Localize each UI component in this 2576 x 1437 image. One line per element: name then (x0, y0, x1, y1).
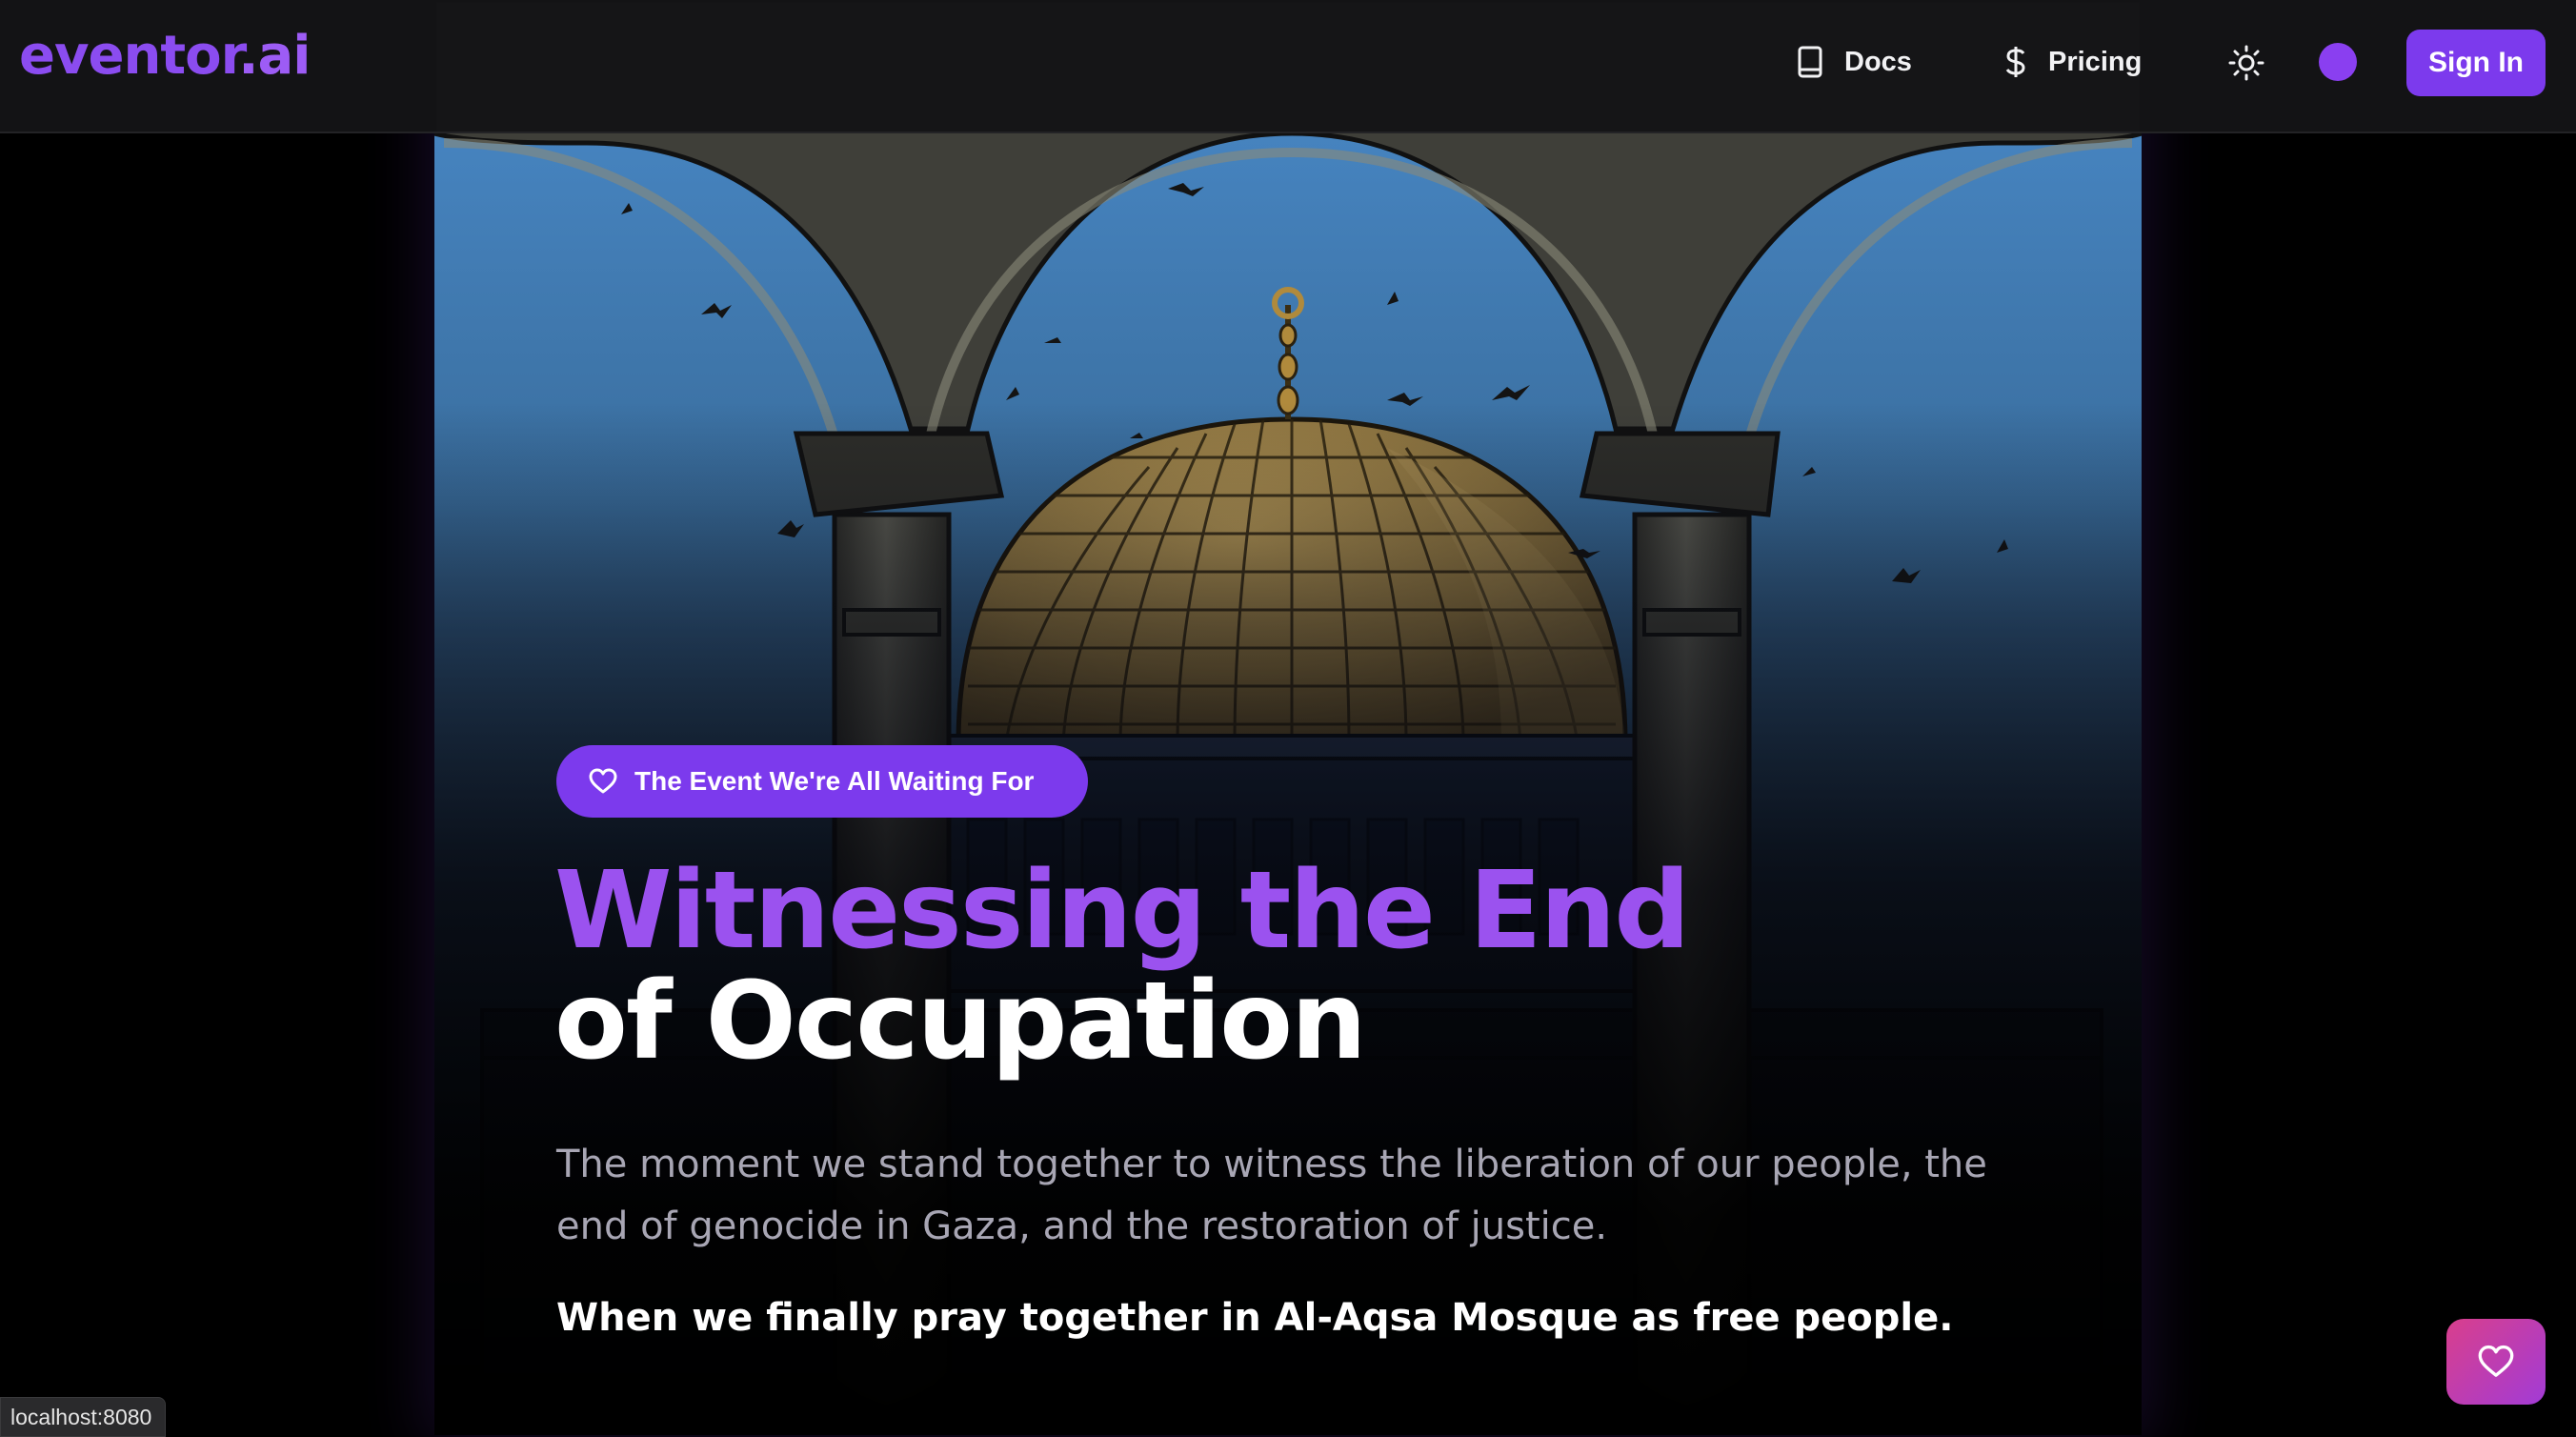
heart-icon (2478, 1345, 2514, 1377)
nav-pricing-link[interactable]: Pricing (2004, 38, 2142, 86)
logo-text: eventor (19, 25, 239, 87)
top-navigation-bar: eventor.ai Docs Pricing Sign In (0, 0, 2576, 133)
sign-in-button[interactable]: Sign In (2406, 30, 2546, 96)
floating-heart-button[interactable] (2446, 1319, 2546, 1405)
hero-title-line1: Witnessing the End (554, 849, 1690, 973)
hero-emphasis: When we finally pray together in Al-Aqsa… (556, 1296, 1954, 1340)
heart-icon (589, 768, 617, 794)
hero-description: The moment we stand together to witness … (556, 1143, 1987, 1248)
user-avatar[interactable] (2319, 43, 2357, 81)
nav-docs-label: Docs (1844, 46, 1912, 77)
book-icon (1798, 46, 1822, 78)
event-badge: The Event We're All Waiting For (556, 745, 1088, 818)
nav-docs-link[interactable]: Docs (1797, 38, 1912, 86)
nav-pricing-label: Pricing (2048, 46, 2143, 77)
logo-suffix: .ai (238, 25, 311, 87)
browser-status-url: localhost:8080 (0, 1397, 167, 1437)
dollar-icon (2005, 47, 2025, 77)
hero-title-line2: of Occupation (554, 960, 1367, 1083)
event-badge-label: The Event We're All Waiting For (634, 766, 1035, 796)
sun-icon[interactable] (2227, 44, 2265, 82)
logo[interactable]: eventor.ai (19, 25, 311, 87)
